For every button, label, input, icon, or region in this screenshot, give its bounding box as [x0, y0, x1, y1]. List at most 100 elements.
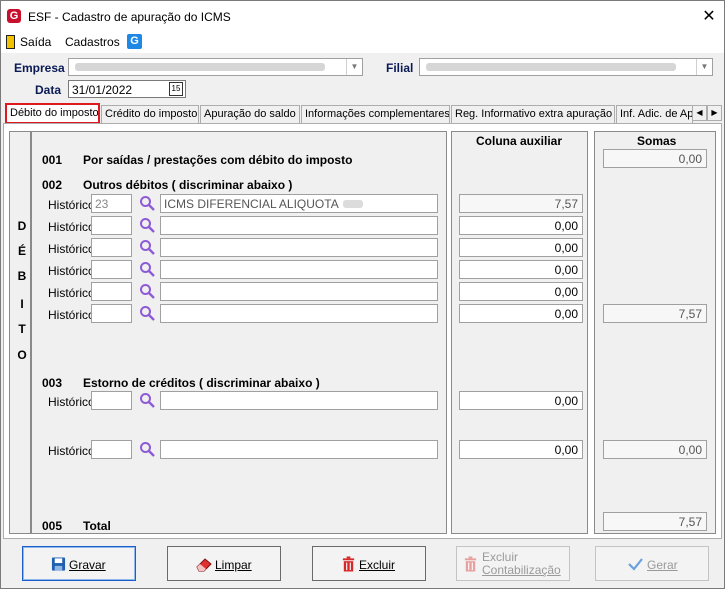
tab-inf-adic[interactable]: Inf. Adic. de Ap: [616, 105, 693, 123]
section-code-003: 003: [42, 376, 63, 390]
section-label-005: Total: [83, 519, 111, 533]
historico-code-input[interactable]: [91, 282, 132, 301]
historico-code-input[interactable]: [91, 391, 132, 410]
eraser-icon: [196, 558, 212, 572]
tab-scroll-right-icon[interactable]: ▶: [707, 105, 722, 121]
search-icon[interactable]: [139, 217, 155, 233]
date-value: 31/01/2022: [72, 83, 133, 97]
sum-field-001: 0,00: [603, 149, 707, 168]
close-button[interactable]: ✕: [697, 7, 721, 27]
historico-code-input[interactable]: [91, 260, 132, 279]
save-button-label: Gravar: [69, 558, 106, 572]
historico-code-input[interactable]: 23: [91, 194, 132, 213]
historico-label: Histórico: [48, 444, 95, 458]
sum-field-total: 7,57: [603, 512, 707, 531]
calendar-icon[interactable]: 15: [169, 82, 183, 96]
sums-column-frame: [594, 131, 716, 534]
title-bar: G ESF - Cadastro de apuração do ICMS ✕: [1, 1, 724, 31]
generate-button-label: Gerar: [647, 558, 678, 572]
historico-description-input[interactable]: [160, 391, 438, 410]
search-icon[interactable]: [139, 261, 155, 277]
historico-code-input[interactable]: [91, 216, 132, 235]
tab-apuracao-saldo[interactable]: Apuração do saldo: [200, 105, 300, 123]
filial-label: Filial: [386, 61, 414, 75]
tab-scroll-left-icon[interactable]: ◀: [692, 105, 707, 121]
aux-value-field[interactable]: 0,00: [459, 216, 583, 235]
section-label-001: Por saídas / prestações com débito do im…: [83, 153, 353, 167]
historico-description-input[interactable]: [160, 260, 438, 279]
empresa-label: Empresa: [14, 61, 65, 75]
vertical-letter: É: [17, 244, 26, 258]
historico-code-input[interactable]: [91, 238, 132, 257]
aux-column-header: Coluna auxiliar: [476, 134, 563, 148]
delete-button[interactable]: Excluir: [312, 546, 426, 581]
vertical-letter: T: [18, 322, 26, 336]
section-code-002: 002: [42, 178, 63, 192]
search-icon[interactable]: [139, 239, 155, 255]
redacted-text: [342, 200, 363, 208]
aux-column-frame: [451, 131, 588, 534]
menu-exit[interactable]: Saída: [20, 35, 51, 49]
historico-code-input[interactable]: [91, 440, 132, 459]
trash-icon: [342, 556, 355, 572]
menu-bar: Saída Cadastros G: [1, 31, 724, 53]
aux-value-field[interactable]: 0,00: [459, 440, 583, 459]
historico-description-input[interactable]: [160, 282, 438, 301]
tab-reg-informativo[interactable]: Reg. Informativo extra apuração: [451, 105, 615, 123]
aux-value-field[interactable]: 0,00: [459, 238, 583, 257]
historico-label: Histórico: [48, 220, 95, 234]
search-icon[interactable]: [139, 283, 155, 299]
historico-label: Histórico: [48, 198, 95, 212]
sum-field-002: 7,57: [603, 304, 707, 323]
historico-description-input[interactable]: [160, 238, 438, 257]
vertical-letter: D: [17, 219, 27, 233]
search-icon[interactable]: [139, 305, 155, 321]
chevron-down-icon[interactable]: ▼: [696, 59, 712, 75]
generate-button[interactable]: Gerar: [595, 546, 709, 581]
section-code-005: 005: [42, 519, 63, 533]
date-input[interactable]: 31/01/2022 15: [68, 80, 186, 98]
section-label-002: Outros débitos ( discriminar abaixo ): [83, 178, 293, 192]
aux-value-field[interactable]: 0,00: [459, 282, 583, 301]
clear-button-label: Limpar: [215, 558, 252, 572]
section-label-003: Estorno de créditos ( discriminar abaixo…: [83, 376, 320, 390]
historico-label: Histórico: [48, 264, 95, 278]
tab-informacoes-complementares[interactable]: Informações complementares: [301, 105, 450, 123]
aux-value-field[interactable]: 0,00: [459, 304, 583, 323]
aux-value-field: 7,57: [459, 194, 583, 213]
sum-field-003: 0,00: [603, 440, 707, 459]
delete-accounting-button-label: Excluir Contabilização: [482, 551, 561, 577]
tab-debito-imposto[interactable]: Débito do imposto: [5, 103, 100, 124]
historico-code-input[interactable]: [91, 304, 132, 323]
checkmark-icon: [628, 558, 643, 571]
search-icon[interactable]: [139, 441, 155, 457]
empresa-combo[interactable]: ▼: [68, 58, 363, 76]
filial-combo[interactable]: ▼: [419, 58, 713, 76]
window-title: ESF - Cadastro de apuração do ICMS: [28, 10, 231, 24]
app-logo-icon: G: [7, 9, 21, 23]
tab-credito-imposto[interactable]: Crédito do imposto: [101, 105, 199, 123]
delete-accounting-button[interactable]: Excluir Contabilização: [456, 546, 570, 581]
clear-button[interactable]: Limpar: [167, 546, 281, 581]
floppy-icon: [51, 557, 66, 571]
historico-label: Histórico: [48, 308, 95, 322]
app-shortcut-icon[interactable]: G: [127, 34, 142, 49]
redacted-text: [75, 63, 325, 71]
search-icon[interactable]: [139, 195, 155, 211]
menu-registrations[interactable]: Cadastros: [65, 35, 120, 49]
historico-description-input[interactable]: ICMS DIFERENCIAL ALIQUOTA: [160, 194, 438, 213]
aux-value-field[interactable]: 0,00: [459, 391, 583, 410]
search-icon[interactable]: [139, 392, 155, 408]
save-button[interactable]: Gravar: [22, 546, 136, 581]
delete-accounting-line2: Contabilização: [482, 563, 561, 577]
historico-description-input[interactable]: [160, 440, 438, 459]
historico-description-input[interactable]: [160, 216, 438, 235]
aux-value-field[interactable]: 0,00: [459, 260, 583, 279]
chevron-down-icon[interactable]: ▼: [346, 59, 362, 75]
section-code-001: 001: [42, 153, 63, 167]
historico-description-text: ICMS DIFERENCIAL ALIQUOTA: [164, 197, 339, 211]
historico-label: Histórico: [48, 286, 95, 300]
delete-accounting-line1: Excluir: [482, 550, 519, 564]
data-label: Data: [35, 83, 62, 97]
historico-description-input[interactable]: [160, 304, 438, 323]
